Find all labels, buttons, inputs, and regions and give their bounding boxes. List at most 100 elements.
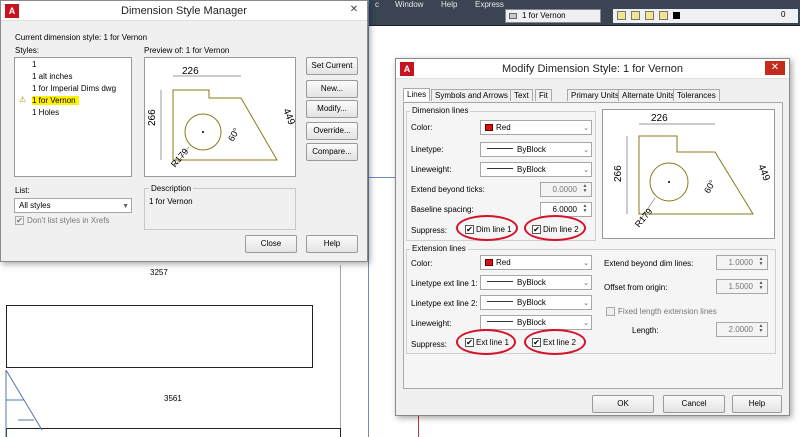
spinner-arrows-icon[interactable]: ▲ ▼ [756, 257, 766, 268]
linetype-ext2-select[interactable]: ByBlock ⌄ [480, 295, 592, 310]
sun-icon[interactable] [631, 11, 640, 20]
menu-help[interactable]: Help [441, 0, 457, 9]
baseline-spacing-label: Baseline spacing: [411, 205, 474, 214]
bulb-icon[interactable] [617, 11, 626, 20]
cad-rectangle [6, 428, 341, 437]
style-item[interactable]: 1 Holes [32, 108, 59, 117]
cad-dimension-text: 3561 [164, 394, 182, 403]
ext-lineweight-select[interactable]: ByBlock ⌄ [480, 315, 592, 330]
red-swatch-icon [485, 259, 493, 266]
style-item-selected[interactable]: 1 for Vernon [32, 96, 79, 105]
extend-beyond-label: Extend beyond dim lines: [604, 259, 694, 268]
close-icon[interactable]: ✕ [344, 3, 364, 17]
modify-preview-dim-angle: 60° [702, 178, 718, 195]
compare-button[interactable]: Compare... [306, 143, 358, 161]
color-swatch-icon[interactable] [673, 12, 680, 19]
style-item[interactable]: 1 alt inches [32, 72, 72, 81]
ext-color-select[interactable]: Red ⌄ [480, 255, 592, 270]
annotation-circle [456, 329, 516, 355]
cad-rectangle [6, 305, 313, 368]
dont-list-label: Don't list styles in Xrefs [27, 216, 110, 225]
tab-fit[interactable]: Fit [535, 89, 552, 101]
spinner-arrows-icon[interactable]: ▲ ▼ [756, 324, 766, 335]
warning-icon: ⚠ [19, 95, 27, 104]
dim-color-label: Color: [411, 123, 433, 132]
ok-button[interactable]: OK [592, 395, 654, 413]
modify-title: Modify Dimension Style: 1 for Vernon [502, 63, 683, 75]
extend-ticks-input[interactable]: 0.0000 ▲ ▼ [540, 182, 592, 197]
spinner-arrows-icon[interactable]: ▲ ▼ [580, 204, 590, 215]
override-button[interactable]: Override... [306, 122, 358, 140]
spinner-arrows-icon[interactable]: ▲ ▼ [580, 184, 590, 195]
close-icon[interactable]: ✕ [765, 61, 785, 75]
preview-dim-right: 449 [280, 107, 295, 127]
chevron-down-icon: ⌄ [583, 300, 589, 307]
close-button[interactable]: Close [245, 235, 297, 253]
line-sample-icon [487, 168, 513, 169]
ext-lineweight-value: ByBlock [517, 318, 546, 327]
chevron-down-icon: ⌄ [583, 260, 589, 267]
tab-tolerances[interactable]: Tolerances [673, 89, 720, 101]
lock-icon[interactable] [645, 11, 654, 20]
help-button[interactable]: Help [732, 395, 782, 413]
list-label: List: [15, 186, 30, 195]
cad-drawing-fragment [5, 370, 43, 437]
red-swatch-icon [485, 124, 493, 131]
chevron-down-icon: ⌄ [583, 125, 589, 132]
line-sample-icon [487, 321, 513, 322]
offset-origin-label: Offset from origin: [604, 283, 668, 292]
preview-label: Preview of: 1 for Vernon [144, 46, 230, 55]
tab-primary-units[interactable]: Primary Units [567, 89, 624, 101]
dont-list-checkbox[interactable]: ✔ [15, 216, 24, 225]
tab-symbols-arrows[interactable]: Symbols and Arrows [431, 89, 512, 101]
cad-line [368, 177, 398, 178]
tab-lines[interactable]: Lines [403, 88, 431, 101]
ext-suppress-label: Suppress: [411, 340, 448, 349]
dim-linetype-value: ByBlock [517, 145, 546, 154]
menu-express[interactable]: Express [475, 0, 504, 9]
preview-dim-top: 226 [182, 66, 199, 77]
line-sample-icon [487, 148, 513, 149]
fixed-length-checkbox[interactable] [606, 307, 615, 316]
list-select-value: All styles [19, 201, 51, 210]
menu-item[interactable]: c [375, 0, 379, 9]
dim-linetype-select[interactable]: ByBlock ⌄ [480, 142, 592, 157]
dim-linetype-label: Linetype: [411, 145, 444, 154]
line-sample-icon [487, 281, 513, 282]
cancel-button[interactable]: Cancel [663, 395, 725, 413]
chevron-down-icon: ⌄ [583, 280, 589, 287]
chevron-down-icon: ⌄ [583, 320, 589, 327]
tab-alternate-units[interactable]: Alternate Units [618, 89, 679, 101]
style-item[interactable]: 1 [32, 60, 36, 69]
style-item[interactable]: 1 for Imperial Dims dwg [32, 84, 116, 93]
set-current-button[interactable]: Set Current [306, 57, 358, 75]
menu-window[interactable]: Window [395, 0, 423, 9]
dim-color-select[interactable]: Red ⌄ [480, 120, 592, 135]
spinner-arrows-icon[interactable]: ▲ ▼ [756, 281, 766, 292]
preview-panel: 226 266 449 60° R179 [144, 57, 297, 177]
offset-origin-input[interactable]: 1.5000 ▲ ▼ [716, 279, 768, 294]
ext-lineweight-label: Lineweight: [411, 319, 452, 328]
dim-color-value: Red [496, 123, 511, 132]
styles-label: Styles: [15, 46, 40, 55]
dim-lineweight-value: ByBlock [517, 165, 546, 174]
chevron-down-icon: ⌄ [583, 147, 589, 154]
list-select[interactable]: All styles ▼ [14, 198, 132, 213]
linetype-ext1-select[interactable]: ByBlock ⌄ [480, 275, 592, 290]
length-input[interactable]: 2.0000 ▲ ▼ [716, 322, 768, 337]
description-label: Description [149, 184, 194, 193]
modify-button[interactable]: Modify... [306, 100, 358, 118]
styles-list[interactable]: 1 1 alt inches 1 for Imperial Dims dwg ⚠… [14, 57, 132, 177]
dim-lineweight-select[interactable]: ByBlock ⌄ [480, 162, 592, 177]
annotation-circle [524, 215, 586, 241]
linetype-ext2-value: ByBlock [517, 298, 546, 307]
layer-icon[interactable] [659, 11, 668, 20]
tab-text[interactable]: Text [510, 89, 533, 101]
layer-dropdown[interactable]: 1 for Vernon [505, 9, 601, 23]
help-button[interactable]: Help [306, 235, 358, 253]
new-button[interactable]: New... [306, 80, 358, 98]
description-group [144, 188, 296, 230]
modify-preview-dim-top: 226 [651, 113, 668, 124]
modify-preview-dim-radius: R179 [633, 206, 654, 229]
extend-beyond-input[interactable]: 1.0000 ▲ ▼ [716, 255, 768, 270]
